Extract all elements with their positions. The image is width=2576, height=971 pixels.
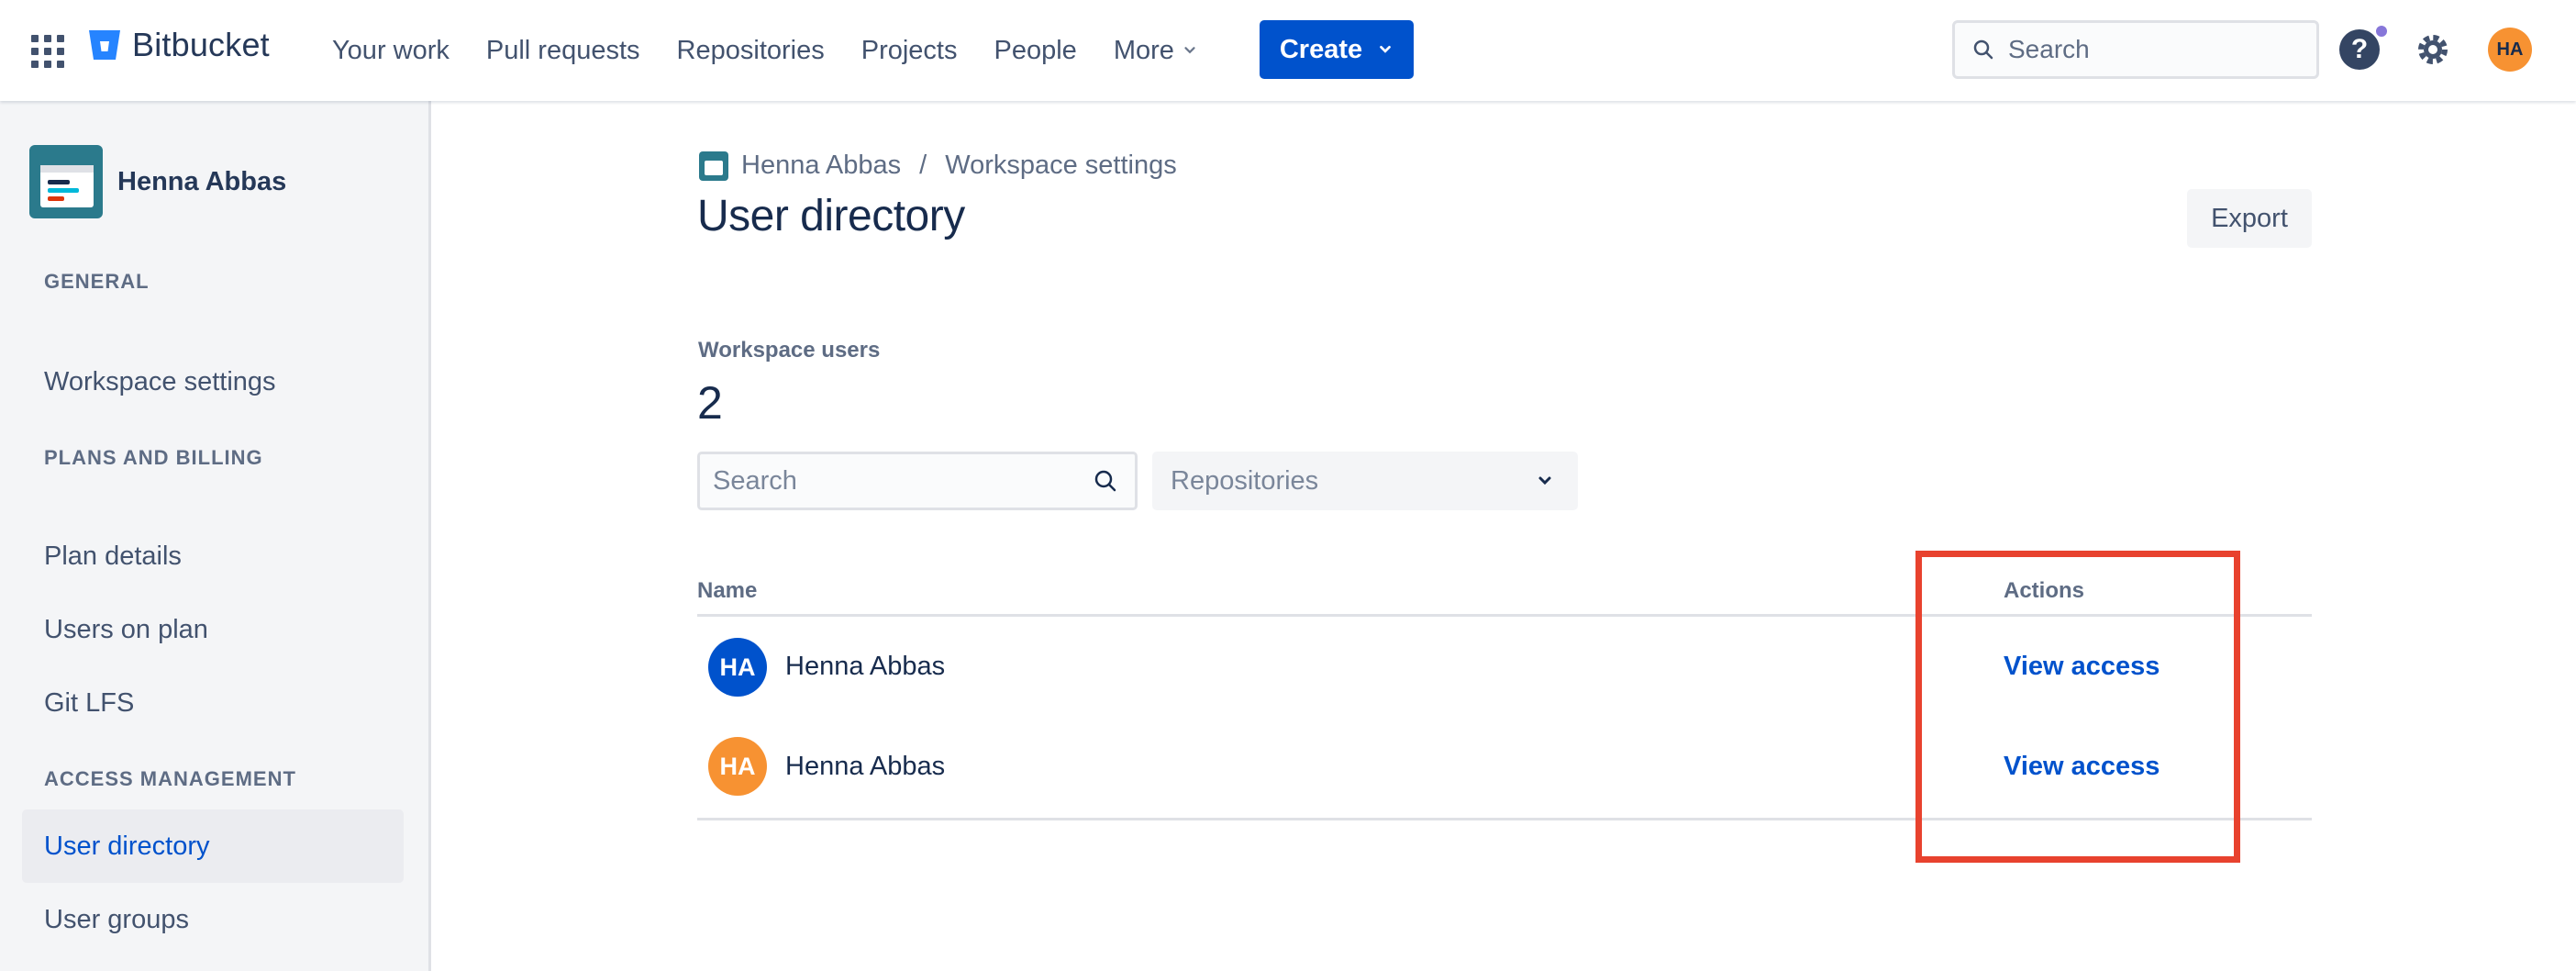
create-label: Create	[1279, 34, 1363, 64]
user-name: Henna Abbas	[785, 752, 946, 781]
workspace-name: Henna Abbas	[117, 166, 287, 196]
user-search-input[interactable]: Search	[697, 452, 1138, 510]
bitbucket-logo-icon	[89, 30, 120, 60]
breadcrumb-workspace-settings[interactable]: Workspace settings	[945, 151, 1177, 181]
repositories-filter-label: Repositories	[1171, 465, 1319, 496]
user-search-placeholder: Search	[713, 465, 797, 496]
breadcrumb-separator: /	[919, 151, 927, 180]
main-nav: Your work Pull requests Repositories Pro…	[332, 0, 1235, 101]
sidebar-item-plan-details[interactable]: Plan details	[22, 519, 404, 593]
section-plans-billing: PLANS AND BILLING	[44, 446, 263, 469]
user-avatar: HA	[708, 638, 767, 697]
gear-icon[interactable]	[2413, 29, 2453, 70]
sidebar-item-user-directory[interactable]: User directory	[22, 809, 404, 883]
breadcrumb-workspace[interactable]: Henna Abbas	[741, 151, 901, 181]
create-button[interactable]: Create	[1260, 20, 1414, 79]
global-search-placeholder: Search	[2008, 35, 2090, 63]
workspace-header[interactable]: Henna Abbas	[29, 145, 286, 218]
nav-projects[interactable]: Projects	[861, 36, 958, 66]
top-navigation: Bitbucket Your work Pull requests Reposi…	[0, 0, 2576, 101]
nav-repositories[interactable]: Repositories	[677, 36, 825, 66]
help-icon[interactable]: ?	[2339, 29, 2380, 70]
nav-more-label: More	[1113, 35, 1174, 65]
annotation-highlight-box	[1915, 551, 2240, 863]
page-title: User directory	[697, 192, 965, 240]
breadcrumb: Henna Abbas / Workspace settings	[699, 151, 1177, 181]
notification-dot	[2374, 24, 2389, 39]
chevron-down-icon	[1184, 47, 1195, 54]
nav-more[interactable]: More	[1114, 36, 1198, 66]
section-general: GENERAL	[44, 270, 150, 293]
sidebar-item-user-groups[interactable]: User groups	[22, 883, 404, 956]
global-search-input[interactable]: Search	[1952, 20, 2319, 79]
chevron-down-icon	[1538, 476, 1551, 486]
nav-your-work[interactable]: Your work	[332, 36, 450, 66]
chevron-down-icon	[1380, 45, 1391, 53]
workspace-logo-small	[699, 151, 728, 181]
app-switcher-icon[interactable]	[28, 31, 66, 70]
workspace-users-label: Workspace users	[698, 338, 881, 363]
sidebar-item-users-on-plan[interactable]: Users on plan	[22, 593, 404, 666]
sidebar: Henna Abbas GENERAL Workspace settings P…	[0, 101, 431, 971]
user-avatar[interactable]: HA	[2488, 28, 2532, 72]
repositories-filter[interactable]: Repositories	[1152, 452, 1578, 510]
sidebar-item-git-lfs[interactable]: Git LFS	[22, 666, 404, 740]
sidebar-item-workspace-settings[interactable]: Workspace settings	[22, 345, 404, 419]
nav-people[interactable]: People	[994, 36, 1077, 66]
nav-pull-requests[interactable]: Pull requests	[486, 36, 640, 66]
column-header-name[interactable]: Name	[697, 578, 757, 604]
brand-name: Bitbucket	[132, 26, 270, 63]
user-name: Henna Abbas	[785, 652, 946, 681]
workspace-logo	[29, 145, 103, 218]
bitbucket-logo[interactable]: Bitbucket	[86, 26, 270, 64]
user-avatar: HA	[708, 737, 767, 796]
search-icon	[1094, 470, 1116, 492]
export-button[interactable]: Export	[2187, 189, 2312, 248]
section-access-management: ACCESS MANAGEMENT	[44, 767, 296, 790]
workspace-users-count: 2	[697, 377, 723, 429]
search-icon	[1973, 39, 1993, 60]
